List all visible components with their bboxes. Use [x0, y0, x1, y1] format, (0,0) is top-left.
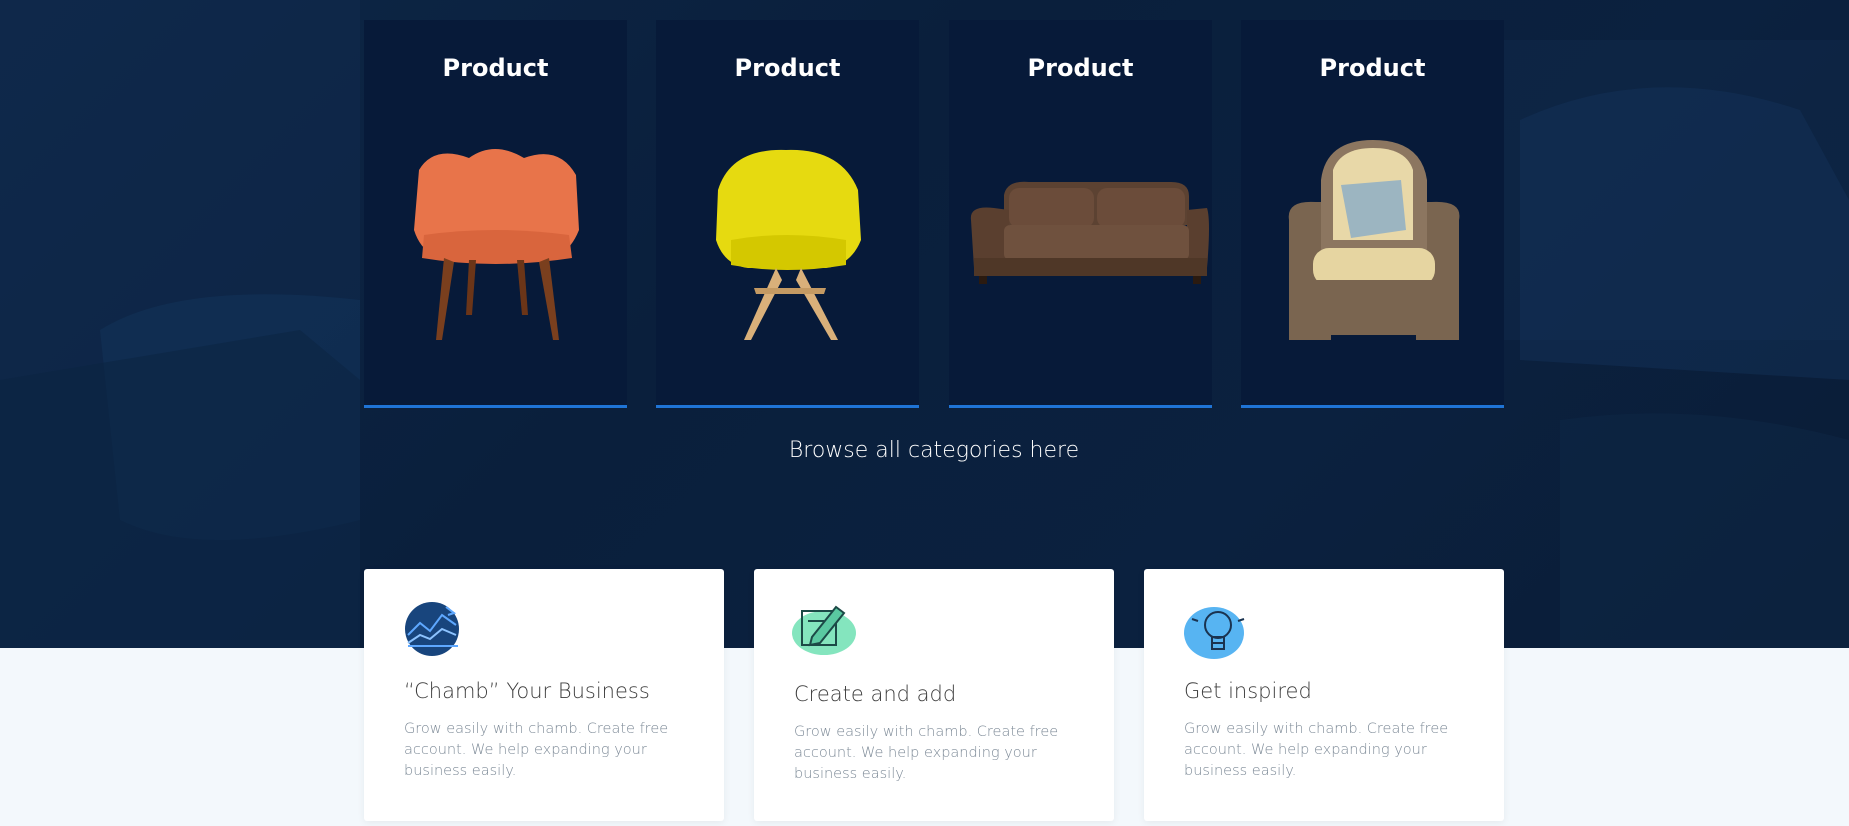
- feature-title: Create and add: [794, 682, 957, 706]
- lightbulb-icon: [1184, 607, 1245, 659]
- product-title: Product: [1319, 54, 1426, 82]
- product-card[interactable]: Product: [656, 20, 919, 408]
- background-photo: [0, 0, 1849, 648]
- product-title: Product: [1027, 54, 1134, 82]
- wicker-armchair-image: [1288, 140, 1460, 340]
- brown-sofa-image: [970, 181, 1209, 284]
- feature-description: Grow easily with chamb. Create free acco…: [794, 724, 1059, 782]
- chart-icon: [405, 602, 459, 656]
- orange-armchair-image: [414, 149, 579, 340]
- feature-card: “Chamb” Your Business Grow easily with c…: [364, 569, 724, 821]
- product-card[interactable]: Product: [364, 20, 627, 408]
- feature-card: Create and add Grow easily with chamb. C…: [754, 569, 1114, 821]
- hero-section: Product Product Product Product Browse a…: [0, 0, 1849, 648]
- edit-icon: [792, 605, 856, 655]
- product-title: Product: [734, 54, 841, 82]
- feature-title: “Chamb” Your Business: [404, 679, 650, 703]
- product-card[interactable]: Product: [949, 20, 1212, 408]
- product-card[interactable]: Product: [1241, 20, 1504, 408]
- product-title: Product: [442, 54, 549, 82]
- feature-card: Get inspired Grow easily with chamb. Cre…: [1144, 569, 1504, 821]
- feature-description: Grow easily with chamb. Create free acco…: [404, 721, 669, 779]
- browse-categories-link[interactable]: Browse all categories here: [0, 438, 1849, 463]
- yellow-armchair-image: [716, 149, 861, 340]
- feature-description: Grow easily with chamb. Create free acco…: [1184, 721, 1449, 779]
- feature-title: Get inspired: [1184, 679, 1312, 703]
